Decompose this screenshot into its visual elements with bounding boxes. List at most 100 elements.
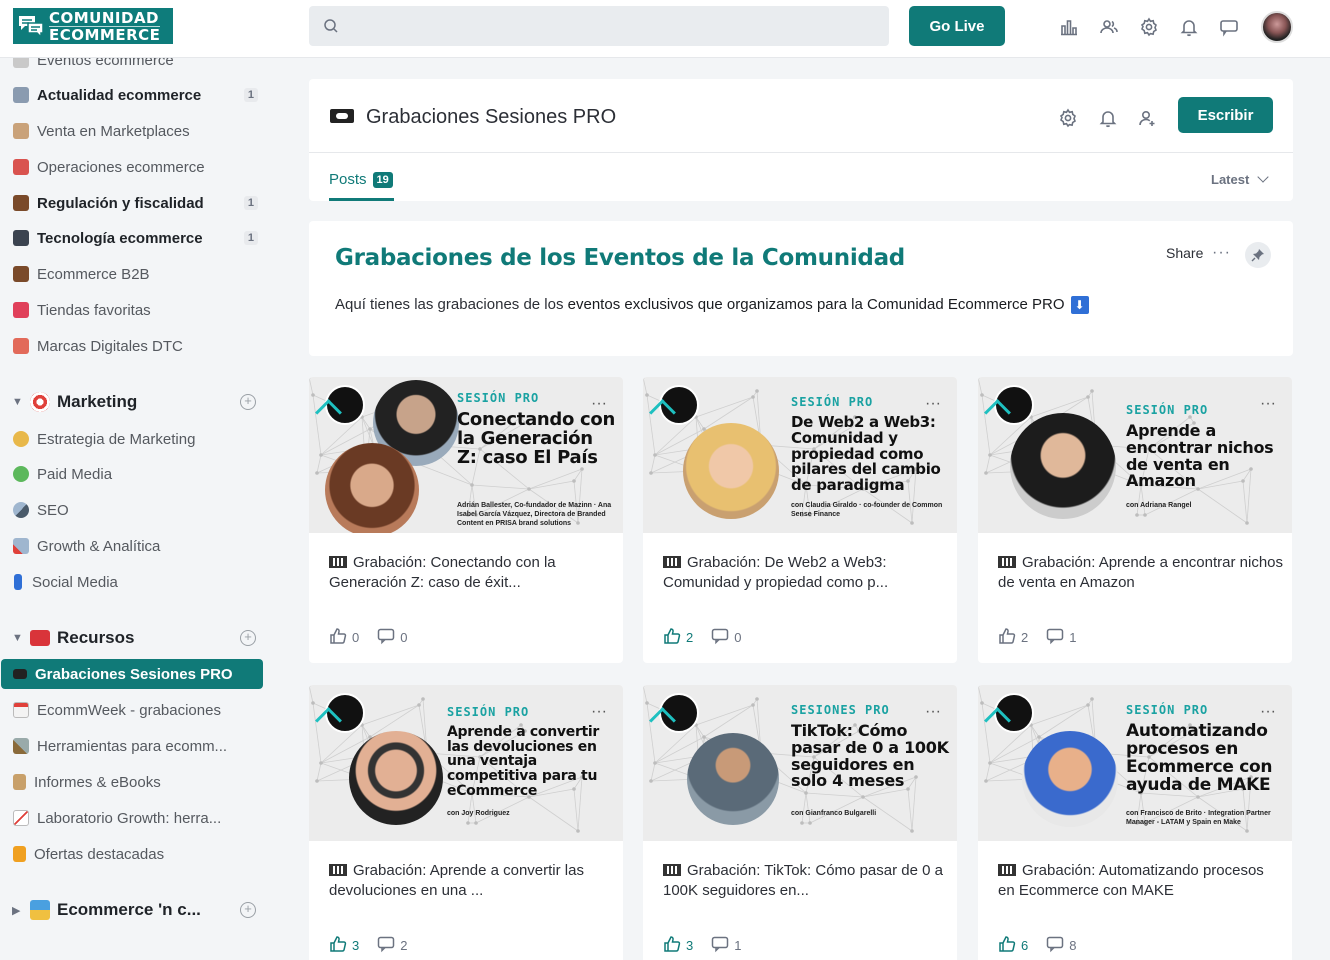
add-member-icon[interactable]	[1138, 108, 1158, 128]
sidebar-item-eventos[interactable]: Eventos ecommerce	[0, 58, 264, 75]
sidebar-item-b2b[interactable]: Ecommerce B2B	[0, 259, 264, 289]
cover-speakers: con Claudia Giraldo · co-founder de Comm…	[791, 502, 943, 518]
sidebar-item-ofertas[interactable]: Ofertas destacadas	[0, 839, 264, 869]
sort-dropdown[interactable]: Latest	[1211, 171, 1269, 187]
post-title[interactable]: Grabación: Conectando con la Generación …	[329, 553, 614, 593]
sidebar-group-marketing[interactable]: ▼ Marketing +	[0, 386, 264, 418]
brand-logo[interactable]: COMUNIDAD ECOMMERCE	[13, 8, 173, 44]
comment-icon[interactable]	[711, 627, 729, 648]
post-cover-image[interactable]: SESIONES PRO TikTok: Cómo pasar de 0 a 1…	[643, 685, 957, 841]
picture-icon	[30, 900, 50, 920]
chart-icon[interactable]	[1059, 17, 1079, 37]
sidebar-group-recursos[interactable]: ▼ Recursos +	[0, 622, 264, 654]
comment-icon[interactable]	[1046, 935, 1064, 956]
go-live-button[interactable]: Go Live	[909, 6, 1005, 46]
comment-icon[interactable]	[377, 627, 395, 648]
sidebar-item-marketplaces[interactable]: Venta en Marketplaces	[0, 116, 264, 146]
bell-icon[interactable]	[1098, 108, 1118, 128]
newspaper-icon	[13, 87, 29, 103]
sidebar-item-laboratorio[interactable]: Laboratorio Growth: herra...	[0, 803, 264, 833]
post-title-text: Grabación: TikTok: Cómo pasar de 0 a 100…	[663, 862, 943, 899]
sidebar-item-label: Regulación y fiscalidad	[37, 194, 204, 212]
add-channel-icon[interactable]: +	[240, 630, 256, 646]
like-icon[interactable]	[329, 935, 347, 956]
more-options-icon[interactable]: ···	[591, 703, 607, 721]
users-icon[interactable]	[1099, 17, 1119, 37]
sidebar-item-seo[interactable]: SEO	[0, 495, 264, 525]
sidebar-item-estrategia[interactable]: Estrategia de Marketing	[0, 424, 264, 454]
like-icon[interactable]	[663, 935, 681, 956]
speaker-photo	[349, 731, 443, 825]
sidebar-item-growth[interactable]: Growth & Analítica	[0, 531, 264, 561]
more-options-icon[interactable]: ···	[925, 703, 941, 721]
post-card[interactable]: SESIÓN PRO Automatizando procesos en Eco…	[978, 685, 1292, 960]
like-icon[interactable]	[998, 935, 1016, 956]
user-avatar[interactable]	[1261, 11, 1293, 43]
pinned-post-title[interactable]: Grabaciones de los Eventos de la Comunid…	[335, 245, 905, 271]
post-title[interactable]: Grabación: Automatizando procesos en Eco…	[998, 861, 1283, 901]
sidebar-item-tiendas[interactable]: Tiendas favoritas	[0, 295, 264, 325]
like-icon[interactable]	[663, 627, 681, 648]
sidebar-item-marcas-dtc[interactable]: Marcas Digitales DTC	[0, 331, 264, 361]
more-options-icon[interactable]: ···	[1212, 244, 1231, 262]
post-card[interactable]: SESIONES PRO TikTok: Cómo pasar de 0 a 1…	[643, 685, 957, 960]
post-title[interactable]: Grabación: TikTok: Cómo pasar de 0 a 100…	[663, 861, 948, 901]
sidebar-item-social-media[interactable]: Social Media	[0, 567, 264, 597]
sidebar-item-actualidad[interactable]: Actualidad ecommerce 1	[0, 80, 264, 110]
down-arrow-icon: ⬇	[1070, 296, 1089, 315]
tab-posts[interactable]: Posts 19	[329, 171, 393, 188]
share-button[interactable]: Share	[1166, 245, 1203, 261]
sidebar-item-operaciones[interactable]: Operaciones ecommerce	[0, 152, 264, 182]
chat-icon[interactable]	[1219, 17, 1239, 37]
sidebar-item-label: Tiendas favoritas	[37, 301, 151, 319]
cover-headline: Automatizando procesos en Ecommerce con …	[1126, 721, 1273, 795]
like-icon[interactable]	[998, 627, 1016, 648]
divider	[309, 152, 1293, 153]
gear-icon[interactable]	[1058, 108, 1078, 128]
more-options-icon[interactable]: ···	[925, 395, 941, 413]
comment-count: 8	[1069, 938, 1077, 953]
sidebar-item-herramientas[interactable]: Herramientas para ecomm...	[0, 731, 264, 761]
bell-icon[interactable]	[1179, 17, 1199, 37]
post-card[interactable]: SESIÓN PRO Aprende a convertir las devol…	[309, 685, 623, 960]
pin-icon[interactable]	[1245, 242, 1271, 268]
sidebar-item-label: Tecnología ecommerce	[37, 229, 203, 247]
post-card[interactable]: SESIÓN PRO Conectando con la Generación …	[309, 377, 623, 663]
more-options-icon[interactable]: ···	[1260, 395, 1276, 413]
post-card[interactable]: SESIÓN PRO Aprende a encontrar nichos de…	[978, 377, 1292, 663]
post-cover-image[interactable]: SESIÓN PRO Aprende a convertir las devol…	[309, 685, 623, 841]
post-cover-image[interactable]: SESIÓN PRO De Web2 a Web3: Comunidad y p…	[643, 377, 957, 533]
gear-icon[interactable]	[1139, 17, 1159, 37]
post-cover-image[interactable]: SESIÓN PRO Automatizando procesos en Eco…	[978, 685, 1292, 841]
like-icon[interactable]	[329, 627, 347, 648]
search-input[interactable]	[309, 6, 889, 46]
post-cover-image[interactable]: SESIÓN PRO Conectando con la Generación …	[309, 377, 623, 533]
comment-icon[interactable]	[711, 935, 729, 956]
add-channel-icon[interactable]: +	[240, 394, 256, 410]
sidebar-group-ecommerce[interactable]: ▶ Ecommerce 'n c... +	[0, 894, 264, 926]
more-options-icon[interactable]: ···	[591, 395, 607, 413]
sidebar-item-ecommweek[interactable]: EcommWeek - grabaciones	[0, 695, 264, 725]
marketing-academy-logo	[659, 385, 699, 425]
sidebar-item-paid-media[interactable]: Paid Media	[0, 459, 264, 489]
sidebar-item-informes[interactable]: Informes & eBooks	[0, 767, 264, 797]
post-title[interactable]: Grabación: De Web2 a Web3: Comunidad y p…	[663, 553, 948, 593]
post-title[interactable]: Grabación: Aprende a encontrar nichos de…	[998, 553, 1283, 593]
sidebar-item-grabaciones[interactable]: Grabaciones Sesiones PRO	[1, 659, 263, 689]
post-title[interactable]: Grabación: Aprende a convertir las devol…	[329, 861, 614, 901]
sidebar-item-tecnologia[interactable]: Tecnología ecommerce 1	[0, 223, 264, 253]
post-cover-image[interactable]: SESIÓN PRO Aprende a encontrar nichos de…	[978, 377, 1292, 533]
comment-icon[interactable]	[1046, 627, 1064, 648]
sidebar: Eventos ecommerce Actualidad ecommerce 1…	[0, 58, 290, 960]
comment-icon[interactable]	[377, 935, 395, 956]
group-label: Marketing	[57, 392, 138, 411]
sort-label: Latest	[1211, 172, 1250, 187]
sidebar-item-label: Ecommerce B2B	[37, 265, 150, 283]
add-channel-icon[interactable]: +	[240, 902, 256, 918]
chart-increasing-icon	[13, 810, 29, 826]
post-card[interactable]: SESIÓN PRO De Web2 a Web3: Comunidad y p…	[643, 377, 957, 663]
pinned-post: Grabaciones de los Eventos de la Comunid…	[309, 221, 1293, 356]
sidebar-item-regulacion[interactable]: Regulación y fiscalidad 1	[0, 188, 264, 218]
more-options-icon[interactable]: ···	[1260, 703, 1276, 721]
write-post-button[interactable]: Escribir	[1178, 97, 1273, 133]
